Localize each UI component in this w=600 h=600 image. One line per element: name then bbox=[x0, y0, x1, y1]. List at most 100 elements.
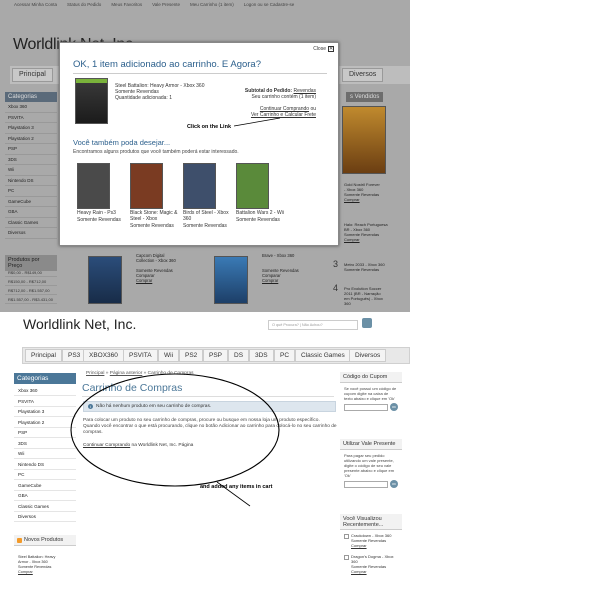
buy-link[interactable]: Comprar bbox=[136, 278, 192, 283]
modal-close-button[interactable]: Close ✕ bbox=[313, 46, 334, 52]
resellers-label: Somente Revendas bbox=[344, 267, 380, 272]
site-logo[interactable]: Worldlink Net, Inc. bbox=[23, 316, 136, 332]
nav-diversos[interactable]: Diversos bbox=[349, 349, 387, 362]
close-icon[interactable]: ✕ bbox=[328, 46, 334, 52]
new-products-title: Novos Produtos bbox=[24, 537, 64, 543]
product-name[interactable]: Birds of Steel - Xbox 360 bbox=[183, 210, 235, 222]
sidebar-item[interactable]: PSP bbox=[5, 144, 57, 155]
price-range[interactable]: R$150,00 - R$712,00 bbox=[5, 277, 57, 286]
nav-diversos[interactable]: Diversos bbox=[342, 68, 384, 82]
resellers-label: Somente Revendas bbox=[77, 217, 121, 223]
sidebar-item[interactable]: GameCube bbox=[5, 197, 57, 207]
product-thumb[interactable] bbox=[344, 534, 349, 539]
best-seller-2: Halo: Reach Portuguesa BR - Xbox 360 Som… bbox=[344, 222, 392, 242]
sidebar-item[interactable]: Diversos bbox=[14, 512, 76, 523]
resellers-label: Somente Revendas bbox=[130, 223, 174, 229]
buy-link[interactable]: Comprar bbox=[344, 237, 392, 242]
product-thumb[interactable] bbox=[344, 555, 349, 560]
sidebar-item[interactable]: PSVITA bbox=[5, 113, 57, 123]
nav-principal[interactable]: Principal bbox=[25, 349, 62, 362]
nav-pc[interactable]: PC bbox=[274, 349, 296, 362]
divider bbox=[73, 73, 327, 74]
toplink[interactable]: Meu Carrinho (1 item) bbox=[190, 2, 234, 12]
price-range[interactable]: R$712,00 - R$1.557,00 bbox=[5, 286, 57, 295]
product-cover[interactable] bbox=[130, 163, 163, 209]
product-name[interactable]: Battalion Wars 2 - Wii bbox=[236, 210, 288, 216]
gift-card-input[interactable] bbox=[344, 480, 388, 488]
buy-link[interactable]: Comprar bbox=[344, 197, 392, 202]
buy-link[interactable]: Comprar bbox=[18, 570, 76, 575]
sidebar-categories: Categorias Xbox 360 PSVITA Playstation 3… bbox=[5, 92, 57, 239]
gift-card-ok-button[interactable]: OK bbox=[390, 480, 398, 488]
sidebar-item[interactable]: Diversos bbox=[5, 228, 57, 239]
search-icon[interactable] bbox=[362, 318, 372, 328]
buy-link[interactable]: Comprar bbox=[262, 278, 318, 283]
sidebar-item[interactable]: Nintendo DS bbox=[5, 176, 57, 186]
buy-link[interactable]: Comprar bbox=[351, 569, 398, 574]
order-subtotal: Subtotal do Pedido: Revendas Seu carrinh… bbox=[245, 88, 316, 100]
product-name[interactable]: Black Stone: Magic & Steel - Xbox bbox=[130, 210, 182, 222]
product-cover[interactable] bbox=[88, 256, 122, 304]
price-list: R$0,00 - R$149,00 R$150,00 - R$712,00 R$… bbox=[5, 268, 57, 304]
toplink[interactable]: Logon ou se Cadastre-se bbox=[244, 2, 295, 12]
toplink[interactable]: Status do Pedido bbox=[67, 2, 101, 12]
best-seller-3: Metro 2033 - Xbox 360 Somente Revendas bbox=[344, 262, 392, 272]
gift-card-heading: Utilizar Vale Presente bbox=[340, 439, 402, 450]
rss-icon[interactable] bbox=[17, 537, 22, 543]
product-cover[interactable] bbox=[236, 163, 269, 209]
annotation-added-items: and added any items in cart bbox=[200, 484, 273, 490]
toplink[interactable]: Vale Presente bbox=[152, 2, 180, 12]
suggested-product[interactable]: Heavy Rain - Ps3 Somente Revendas bbox=[77, 163, 129, 223]
close-label[interactable]: Close bbox=[313, 46, 326, 52]
sidebar-item[interactable]: PC bbox=[5, 186, 57, 197]
sidebar-item[interactable]: Wii bbox=[5, 165, 57, 176]
modal-title: OK, 1 item adicionado ao carrinho. E Ago… bbox=[73, 59, 262, 70]
best-seller-4: Pro Evolution Soccer 2011 (BR - Narração… bbox=[344, 286, 392, 306]
coupon-ok-button[interactable]: OK bbox=[390, 403, 398, 411]
coupon-input[interactable] bbox=[344, 403, 388, 411]
sidebar-heading: Categorias bbox=[5, 92, 57, 102]
recent-item: Dragon's Dogma - Xbox 360 Somente Revend… bbox=[340, 551, 402, 577]
sidebar-item[interactable]: Playstation 3 bbox=[5, 123, 57, 134]
nav-psvita[interactable]: PSVITA bbox=[123, 349, 158, 362]
suggested-product[interactable]: Battalion Wars 2 - Wii Somente Revendas bbox=[236, 163, 288, 223]
search-input[interactable]: O quê Procura? | Não Achou? bbox=[268, 320, 358, 330]
product-cover[interactable] bbox=[183, 163, 216, 209]
new-product-item: Steel Battalion: Heavy Armor - Xbox 360 … bbox=[18, 555, 76, 575]
price-range[interactable]: R$0,00 - R$149,00 bbox=[5, 268, 57, 277]
sidebar-item[interactable]: Playstation 2 bbox=[5, 134, 57, 144]
product-card: Capcom Digital Collection - Xbox 360 Som… bbox=[136, 253, 192, 283]
nav-ps2[interactable]: PS2 bbox=[179, 349, 204, 362]
best-seller-1: Gold Nostril Forever - Xbox 360 Somente … bbox=[344, 182, 392, 202]
nav-classic-games[interactable]: Classic Games bbox=[295, 349, 351, 362]
product-name[interactable]: Dragon's Dogma - Xbox 360 bbox=[351, 554, 398, 564]
sidebar-item[interactable]: 3DS bbox=[5, 155, 57, 165]
coupon-box: Código do Cupom Se você possui um código… bbox=[340, 372, 402, 411]
toplink[interactable]: Meus Favoritos bbox=[111, 2, 142, 12]
product-name[interactable]: Heavy Rain - Ps3 bbox=[77, 210, 129, 216]
nav-ds[interactable]: DS bbox=[228, 349, 250, 362]
rank-number: 4 bbox=[333, 283, 339, 293]
sidebar-item[interactable]: Classic Games bbox=[5, 218, 57, 228]
product-cover[interactable] bbox=[214, 256, 248, 304]
price-range[interactable]: R$1.557,00 - R$3.431,00 bbox=[5, 295, 57, 304]
added-quantity: Quantidade adicionada: 1 bbox=[115, 95, 172, 101]
toplink[interactable]: Acessar Minha Conta bbox=[14, 2, 57, 12]
suggested-product[interactable]: Birds of Steel - Xbox 360 Somente Revend… bbox=[183, 163, 235, 229]
nav-principal[interactable]: Principal bbox=[12, 68, 53, 82]
nav-wii[interactable]: Wii bbox=[158, 349, 180, 362]
nav-3ds[interactable]: 3DS bbox=[249, 349, 274, 362]
top-links: Acessar Minha Conta Status do Pedido Meu… bbox=[0, 2, 410, 12]
nav-xbox360[interactable]: XBOX360 bbox=[83, 349, 124, 362]
cart-count: Seu carrinho contém (1 item) bbox=[251, 94, 316, 100]
nav-psp[interactable]: PSP bbox=[203, 349, 229, 362]
new-products-heading: Novos Produtos bbox=[14, 535, 76, 546]
gift-card-text: Para pagar seu pedido utilizando um vale… bbox=[344, 453, 395, 478]
product-name[interactable]: 360 bbox=[344, 301, 392, 306]
buy-link[interactable]: Comprar bbox=[351, 543, 391, 548]
product-cover[interactable] bbox=[77, 163, 110, 209]
suggested-product[interactable]: Black Stone: Magic & Steel - Xbox Soment… bbox=[130, 163, 182, 229]
product-cover[interactable] bbox=[342, 106, 386, 174]
sidebar-item[interactable]: Xbox 360 bbox=[5, 102, 57, 113]
sidebar-item[interactable]: GBA bbox=[5, 207, 57, 218]
